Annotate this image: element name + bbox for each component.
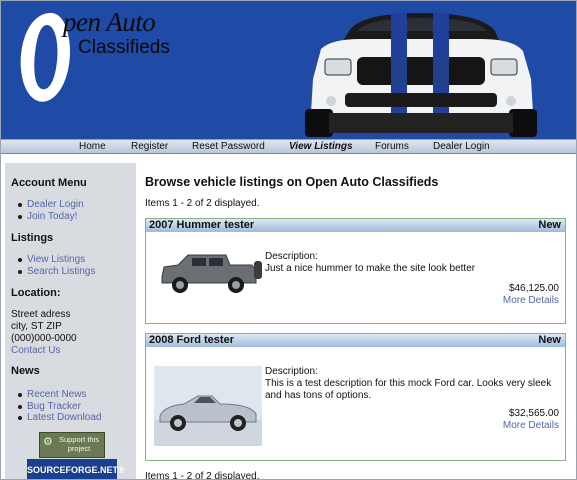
listing-description: Just a nice hummer to make the site look… [265, 263, 476, 274]
site-header: pen Auto Classifieds [1, 1, 576, 139]
listing-card: 2007 Hummer tester New Description: Just… [145, 218, 566, 324]
sidebar-link-join-today[interactable]: Join Today! [18, 211, 84, 223]
ford-thumbnail[interactable] [154, 366, 262, 446]
listing-header: 2008 Ford tester New [146, 334, 565, 347]
logo-text-line2: Classifieds [78, 37, 170, 58]
top-nav: Home Register Reset Password View Listin… [1, 139, 576, 154]
listing-price: $32,565.00 [508, 408, 559, 419]
sidebar: Account Menu Dealer Login Join Today! Li… [5, 163, 136, 479]
description-label: Description: [265, 366, 318, 377]
sidebar-link-dealer-login[interactable]: Dealer Login [18, 199, 84, 211]
logo-text-line1: pen Auto [63, 7, 156, 37]
nav-forums[interactable]: Forums [375, 140, 409, 153]
page-frame: pen Auto Classifieds Home Register Reset… [0, 0, 577, 480]
header-car-image [305, 13, 537, 137]
gear-icon: ⚙ [43, 436, 53, 448]
sidebar-link-view-listings[interactable]: View Listings [17, 254, 95, 266]
support-project-badge[interactable]: ⚙ Support this project [39, 432, 105, 458]
account-menu-list: Dealer Login Join Today! [18, 199, 84, 223]
new-badge: New [538, 334, 561, 346]
sidebar-link-latest-download[interactable]: Latest Download [18, 412, 102, 424]
sourceforge-badge[interactable]: SOURCEFORGE.NET® [27, 459, 125, 479]
address-line-2: city, ST ZIP [11, 321, 62, 332]
address-phone: (000)000-0000 [11, 333, 77, 344]
listing-header: 2007 Hummer tester New [146, 219, 565, 232]
news-heading: News [11, 365, 40, 377]
listing-title[interactable]: 2008 Ford tester [149, 334, 234, 347]
more-details-link[interactable]: More Details [503, 295, 559, 306]
hummer-thumbnail[interactable] [156, 247, 264, 297]
listing-title[interactable]: 2007 Hummer tester [149, 219, 254, 232]
new-badge: New [538, 219, 561, 231]
listings-heading: Listings [11, 232, 54, 244]
sidebar-link-recent-news[interactable]: Recent News [18, 389, 102, 401]
nav-reset-password[interactable]: Reset Password [192, 140, 265, 153]
contact-us-link[interactable]: Contact Us [11, 345, 60, 356]
nav-register[interactable]: Register [131, 140, 168, 153]
nav-dealer-login[interactable]: Dealer Login [433, 140, 490, 153]
news-menu-list: Recent News Bug Tracker Latest Download [18, 389, 102, 424]
nav-home[interactable]: Home [79, 140, 106, 153]
nav-view-listings[interactable]: View Listings [289, 140, 353, 153]
sidebar-link-bug-tracker[interactable]: Bug Tracker [18, 401, 102, 413]
listings-menu-list: View Listings Search Listings [17, 254, 95, 278]
account-menu-heading: Account Menu [11, 177, 87, 189]
listing-card: 2008 Ford tester New Description: This i… [145, 333, 566, 461]
description-label: Description: [265, 251, 318, 262]
address-line-1: Street adress [11, 309, 71, 320]
items-count-top: Items 1 - 2 of 2 displayed. [145, 198, 260, 209]
page-title: Browse vehicle listings on Open Auto Cla… [145, 175, 439, 189]
location-heading: Location: [11, 287, 61, 299]
more-details-link[interactable]: More Details [503, 420, 559, 431]
listing-price: $46,125.00 [508, 283, 559, 294]
sidebar-link-search-listings[interactable]: Search Listings [17, 266, 95, 278]
support-badge-label: Support this project [58, 435, 100, 453]
items-count-bottom: Items 1 - 2 of 2 displayed. [145, 471, 260, 480]
listing-description: This is a test description for this mock… [265, 378, 552, 401]
